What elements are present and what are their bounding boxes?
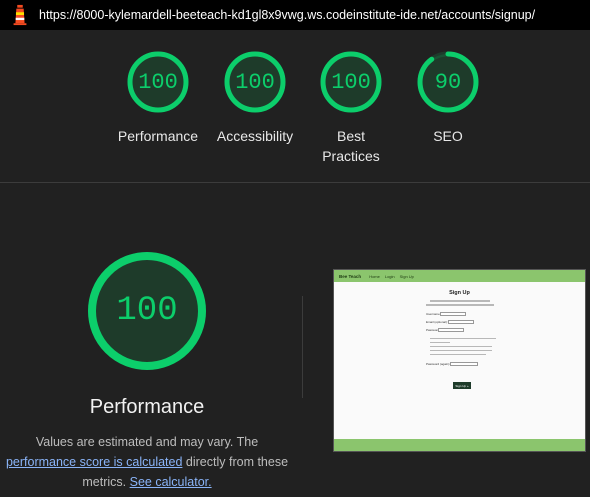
url-bar: https://8000-kylemardell-beeteach-kd1gl8… [0,0,590,30]
thumb-nav-item: Sign Up [399,273,414,279]
thumb-heading: Sign Up [449,290,470,296]
gauge-label: Performance [117,128,199,144]
gauge-performance[interactable]: 100 Performance [108,50,208,146]
page-url[interactable]: https://8000-kylemardell-beeteach-kd1gl8… [39,8,535,22]
gauge-score: 100 [331,69,371,95]
divider [302,296,303,398]
thumb-nav-item: Home [369,273,380,279]
performance-main-score: 100 [116,292,178,330]
thumb-nav-item: Login [384,273,395,279]
thumb-body: Sign Up Username: Email (optional): Pass… [334,282,585,439]
desc-text: Values are estimated and may vary. The [35,435,259,449]
score-calculated-link[interactable]: performance score is calculated [6,455,182,469]
gauge-accessibility[interactable]: 100 Accessibility [205,50,305,146]
gauge-seo[interactable]: 90 SEO [398,50,498,146]
lighthouse-icon [13,4,27,26]
score-gauges: 100 Performance 100 Accessibility 100 Be… [0,30,590,183]
thumb-signup-button: Sign Up » [453,382,471,389]
gauge-best-practices[interactable]: 100 Best Practices [301,50,401,166]
gauge-label: Accessibility [216,128,294,144]
thumb-footer [334,439,585,451]
thumb-brand: Bee Teach [339,273,362,279]
gauge-score: 100 [235,69,275,95]
thumb-navbar: Bee Teach Home Login Sign Up [334,270,585,282]
see-calculator-link[interactable]: See calculator. [130,475,212,489]
thumb-label: Email (optional): [426,320,448,324]
gauge-score: 100 [138,69,178,95]
thumb-label: Username: [426,312,441,316]
gauge-label: SEO [433,128,463,144]
performance-title: Performance [89,396,205,418]
thumb-label: Password (again): [426,362,451,366]
gauge-score: 90 [434,69,462,95]
gauge-label: Best Practices [322,128,380,164]
final-screenshot[interactable]: Bee Teach Home Login Sign Up Sign Up Use… [333,269,586,452]
performance-description: Values are estimated and may vary. The p… [2,432,292,492]
